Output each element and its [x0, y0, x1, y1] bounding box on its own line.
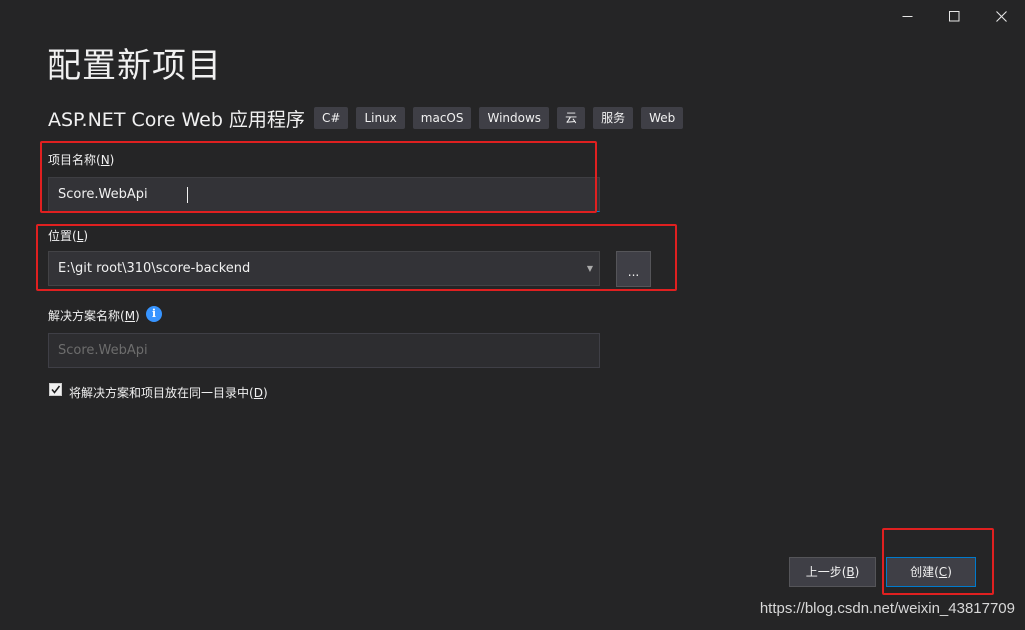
solution-name-placeholder: Score.WebApi — [58, 343, 148, 358]
same-directory-checkbox[interactable] — [49, 383, 62, 396]
back-button[interactable]: 上一步(B) — [789, 557, 876, 587]
tag-csharp: C# — [314, 107, 349, 129]
tag-linux: Linux — [356, 107, 405, 129]
tag-service: 服务 — [593, 107, 634, 129]
annotation-highlight-project-name — [40, 141, 597, 213]
info-icon[interactable]: i — [146, 306, 162, 322]
watermark: https://blog.csdn.net/weixin_43817709 — [759, 600, 1015, 617]
solution-name-label: 解决方案名称(M) — [48, 309, 140, 323]
template-tags: C# Linux macOS Windows 云 服务 Web — [314, 107, 684, 129]
maximize-icon — [948, 10, 959, 21]
tag-windows: Windows — [479, 107, 550, 129]
tag-web: Web — [641, 107, 684, 129]
tag-cloud: 云 — [557, 107, 586, 129]
maximize-button[interactable] — [931, 2, 977, 30]
solution-name-input: Score.WebApi — [48, 333, 600, 368]
page-title: 配置新项目 — [47, 46, 222, 86]
annotation-highlight-location — [36, 224, 677, 291]
minimize-icon — [902, 15, 912, 17]
annotation-highlight-create — [882, 528, 994, 595]
minimize-button[interactable] — [884, 2, 930, 30]
tag-macos: macOS — [412, 107, 472, 129]
checkmark-icon — [51, 385, 61, 394]
same-directory-label[interactable]: 将解决方案和项目放在同一目录中(D) — [69, 384, 268, 401]
close-icon — [995, 10, 1007, 22]
template-name: ASP.NET Core Web 应用程序 — [48, 109, 305, 131]
close-button[interactable] — [978, 2, 1024, 30]
